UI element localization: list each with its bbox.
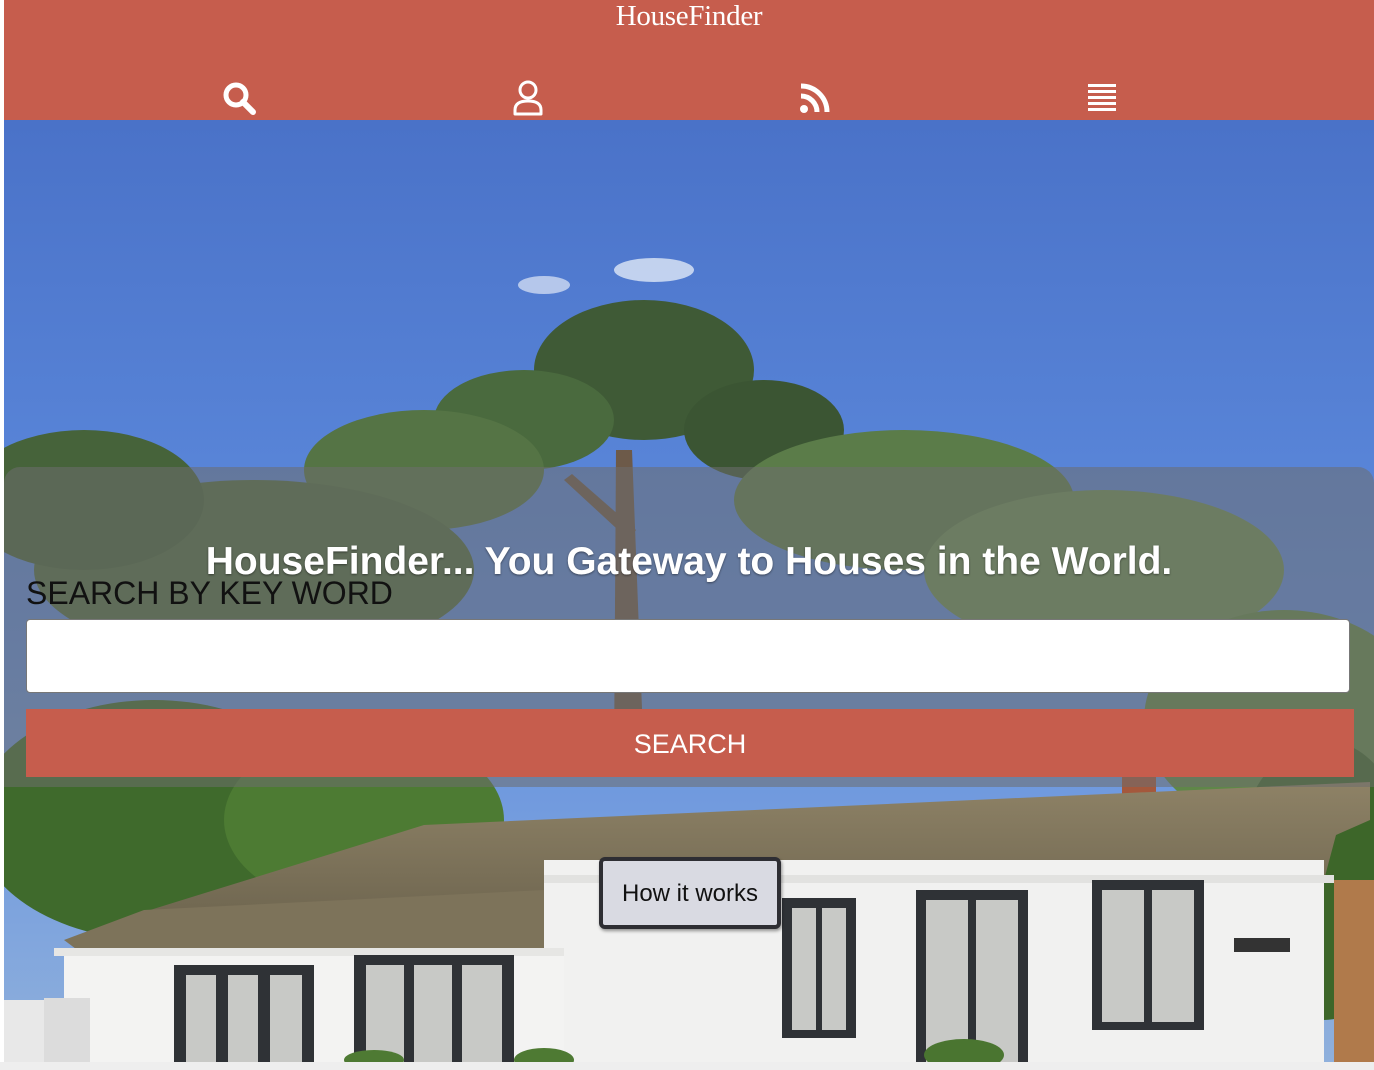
how-it-works-button[interactable]: How it works [599, 857, 781, 929]
brand-title: HouseFinder [615, 0, 763, 32]
search-input[interactable] [26, 619, 1350, 693]
page: HouseFinder HouseFinder... You Gateway t… [0, 0, 1374, 1070]
search-label: SEARCH BY KEY WORD [26, 575, 393, 611]
page-bottom [0, 1062, 1374, 1070]
menu-icon[interactable] [1082, 80, 1122, 116]
header-bar: HouseFinder [4, 0, 1374, 120]
hero-section: HouseFinder... You Gateway to Houses in … [4, 120, 1374, 1062]
user-icon[interactable] [508, 80, 548, 116]
rss-icon[interactable] [795, 80, 835, 116]
search-button[interactable]: SEARCH [26, 709, 1354, 777]
search-icon[interactable] [219, 80, 259, 116]
